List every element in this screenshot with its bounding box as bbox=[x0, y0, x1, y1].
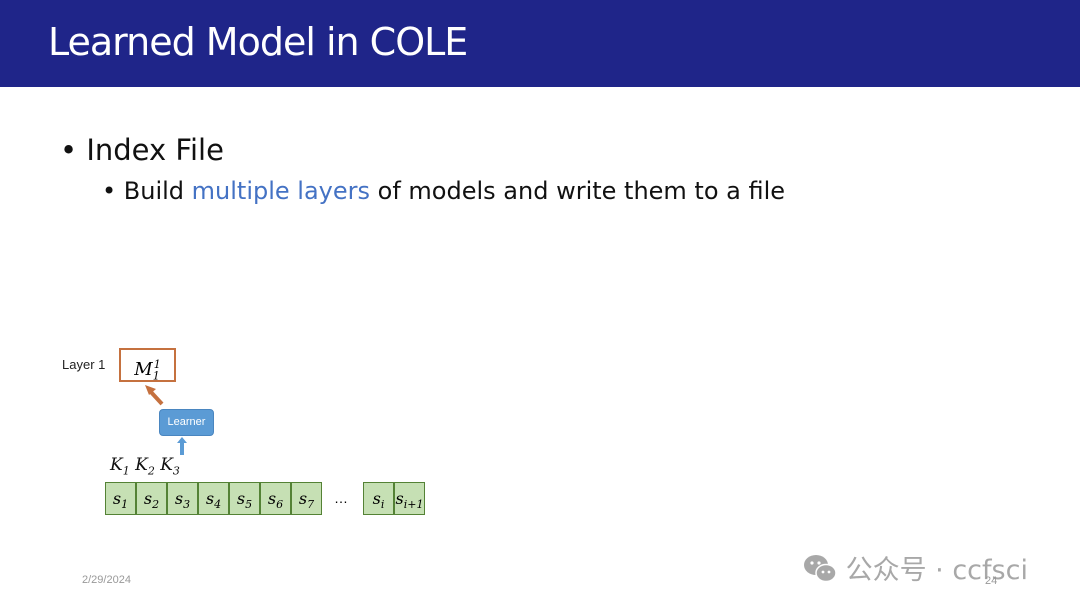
slide-title: Learned Model in COLE bbox=[48, 20, 468, 64]
b2-pre: Build bbox=[123, 177, 192, 205]
watermark-text: 公众号 · ccfsci bbox=[845, 555, 1028, 586]
segment-cell: si+1 bbox=[394, 482, 425, 515]
segment-cell: s1 bbox=[105, 482, 136, 515]
key-label: K2 bbox=[135, 455, 155, 478]
key-label: K3 bbox=[160, 455, 180, 478]
keys: K1 K2 K3 bbox=[110, 455, 180, 477]
bullet-1-text: Index File bbox=[86, 133, 224, 167]
segment-cell: s2 bbox=[136, 482, 167, 515]
model-sup: 1 bbox=[153, 358, 161, 371]
segment-cell: s3 bbox=[167, 482, 198, 515]
blue-arrow-icon bbox=[177, 437, 187, 455]
model-label: M bbox=[134, 359, 153, 380]
title-bar: Learned Model in COLE bbox=[0, 0, 1080, 87]
key-label: K1 bbox=[110, 455, 130, 478]
b2-post: of models and write them to a file bbox=[370, 177, 786, 205]
segment-cell: s7 bbox=[291, 482, 322, 515]
bullet-2: • Build multiple layers of models and wr… bbox=[102, 177, 786, 205]
model-box: M11 bbox=[119, 348, 176, 383]
slide-date: 2/29/2024 bbox=[82, 574, 131, 586]
segment-cell: s5 bbox=[229, 482, 260, 515]
segment-cell: s6 bbox=[260, 482, 291, 515]
segment-cell: si bbox=[363, 482, 394, 515]
wechat-icon bbox=[804, 555, 837, 583]
learner-box: Learner bbox=[159, 409, 214, 436]
page-number: 24 bbox=[985, 575, 998, 587]
orange-arrow-icon bbox=[145, 385, 164, 406]
segment-cell: s4 bbox=[198, 482, 229, 515]
b2-highlight: multiple layers bbox=[191, 177, 371, 205]
layer-label: Layer 1 bbox=[62, 357, 106, 372]
bullet-1: • Index File bbox=[60, 133, 224, 167]
ellipsis: … bbox=[334, 490, 348, 506]
